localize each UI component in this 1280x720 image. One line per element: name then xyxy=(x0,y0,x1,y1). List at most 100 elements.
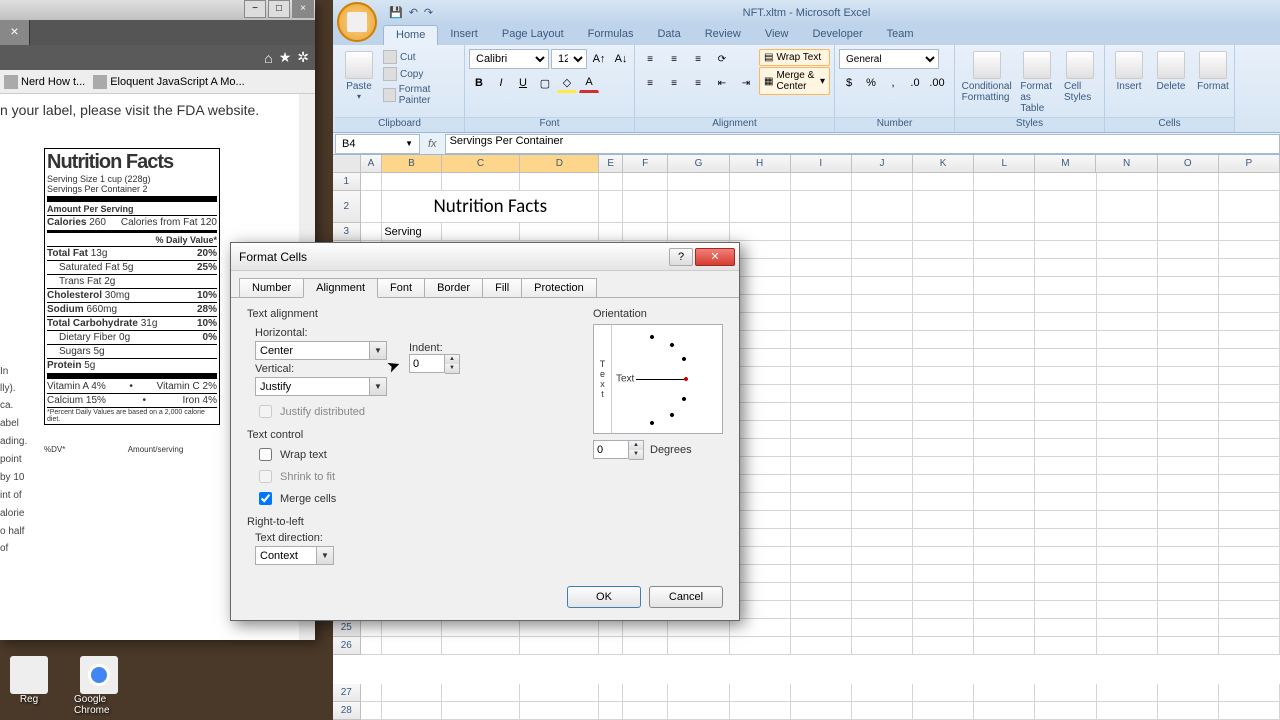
cell[interactable] xyxy=(791,259,852,277)
cell[interactable] xyxy=(1035,173,1096,191)
cell[interactable] xyxy=(791,331,852,349)
cell[interactable] xyxy=(599,702,623,720)
fx-icon[interactable]: fx xyxy=(420,138,445,150)
cell[interactable]: Serving Size xyxy=(382,223,441,241)
cell[interactable] xyxy=(1097,511,1158,529)
cell[interactable] xyxy=(1035,331,1096,349)
cell[interactable] xyxy=(442,684,521,702)
cell[interactable] xyxy=(1158,457,1219,475)
cell[interactable] xyxy=(791,565,852,583)
cell[interactable] xyxy=(382,619,441,637)
cell[interactable] xyxy=(1097,439,1158,457)
cell[interactable] xyxy=(913,583,974,601)
column-header[interactable]: N xyxy=(1096,155,1157,172)
cell[interactable] xyxy=(1035,547,1096,565)
cell[interactable] xyxy=(1158,277,1219,295)
cell[interactable] xyxy=(1035,637,1096,655)
dropdown-button[interactable]: ▼ xyxy=(370,377,387,396)
cell[interactable] xyxy=(1097,331,1158,349)
cell[interactable] xyxy=(1158,295,1219,313)
cell[interactable] xyxy=(1219,259,1280,277)
column-header[interactable]: H xyxy=(730,155,791,172)
cell[interactable] xyxy=(1097,349,1158,367)
cell[interactable] xyxy=(1158,331,1219,349)
cell[interactable] xyxy=(442,173,521,191)
format-as-table-button[interactable]: Format as Table xyxy=(1016,49,1058,116)
cell[interactable] xyxy=(852,259,913,277)
cell[interactable] xyxy=(913,385,974,403)
copy-button[interactable]: Copy xyxy=(381,66,460,82)
degrees-spinner[interactable] xyxy=(593,440,629,459)
cell[interactable] xyxy=(1097,367,1158,385)
delete-cells-button[interactable]: Delete xyxy=(1151,49,1191,94)
cell[interactable] xyxy=(361,223,383,241)
insert-cells-button[interactable]: Insert xyxy=(1109,49,1149,94)
cell[interactable] xyxy=(791,684,852,702)
star-icon[interactable]: ★ xyxy=(279,49,292,66)
cell[interactable] xyxy=(913,601,974,619)
cell[interactable] xyxy=(382,684,441,702)
cell[interactable] xyxy=(668,702,729,720)
cell[interactable] xyxy=(974,367,1035,385)
dialog-tab-number[interactable]: Number xyxy=(239,278,304,298)
column-header[interactable]: O xyxy=(1158,155,1219,172)
cell[interactable] xyxy=(623,702,668,720)
cell[interactable] xyxy=(361,191,383,223)
cell[interactable] xyxy=(668,684,729,702)
cell[interactable] xyxy=(1035,511,1096,529)
cell[interactable] xyxy=(974,702,1035,720)
cell[interactable] xyxy=(852,547,913,565)
cell[interactable] xyxy=(852,565,913,583)
cell[interactable] xyxy=(1097,173,1158,191)
cell[interactable] xyxy=(974,684,1035,702)
cell[interactable] xyxy=(974,493,1035,511)
cell[interactable] xyxy=(974,601,1035,619)
cell[interactable] xyxy=(1097,457,1158,475)
indent-spinner[interactable] xyxy=(409,354,445,373)
cell[interactable] xyxy=(1158,511,1219,529)
help-button[interactable]: ? xyxy=(669,248,693,266)
cell[interactable] xyxy=(1035,457,1096,475)
home-icon[interactable]: ⌂ xyxy=(264,50,272,66)
cell[interactable] xyxy=(913,547,974,565)
align-left-button[interactable]: ≡ xyxy=(639,73,661,93)
cell[interactable] xyxy=(1219,583,1280,601)
cell[interactable] xyxy=(1158,493,1219,511)
cell[interactable] xyxy=(1219,457,1280,475)
cell[interactable] xyxy=(852,529,913,547)
row-header[interactable]: 27 xyxy=(333,684,361,702)
tab-developer[interactable]: Developer xyxy=(800,25,874,45)
cell[interactable] xyxy=(1219,191,1280,223)
row-header[interactable]: 2 xyxy=(333,191,361,223)
column-header[interactable]: D xyxy=(520,155,599,172)
cell[interactable] xyxy=(1219,511,1280,529)
text-direction-combo[interactable] xyxy=(255,546,317,565)
cell[interactable] xyxy=(1035,403,1096,421)
cell[interactable] xyxy=(913,493,974,511)
cell[interactable] xyxy=(974,295,1035,313)
decrease-indent-button[interactable]: ⇤ xyxy=(711,73,733,93)
bookmark-item[interactable]: Eloquent JavaScript A Mo... xyxy=(93,75,245,89)
cell[interactable] xyxy=(913,529,974,547)
cell[interactable] xyxy=(1158,702,1219,720)
cell[interactable] xyxy=(1097,529,1158,547)
cell[interactable] xyxy=(1158,619,1219,637)
select-all-corner[interactable] xyxy=(333,155,361,172)
cell[interactable] xyxy=(1035,223,1096,241)
underline-button[interactable]: U xyxy=(513,73,533,93)
row-header[interactable]: 1 xyxy=(333,173,361,191)
cell[interactable] xyxy=(1035,277,1096,295)
cell[interactable] xyxy=(623,191,668,223)
font-name-select[interactable]: Calibri xyxy=(469,49,549,69)
redo-icon[interactable]: ↷ xyxy=(424,6,433,19)
cell[interactable] xyxy=(1035,367,1096,385)
dialog-tab-alignment[interactable]: Alignment xyxy=(303,278,378,298)
wrap-text-checkbox[interactable] xyxy=(259,448,272,461)
cell[interactable] xyxy=(913,191,974,223)
cell[interactable] xyxy=(1219,349,1280,367)
decrease-decimal-button[interactable]: .00 xyxy=(927,73,947,93)
cell[interactable] xyxy=(1035,313,1096,331)
cell[interactable] xyxy=(1097,259,1158,277)
cell[interactable] xyxy=(1158,601,1219,619)
cell[interactable] xyxy=(1219,367,1280,385)
